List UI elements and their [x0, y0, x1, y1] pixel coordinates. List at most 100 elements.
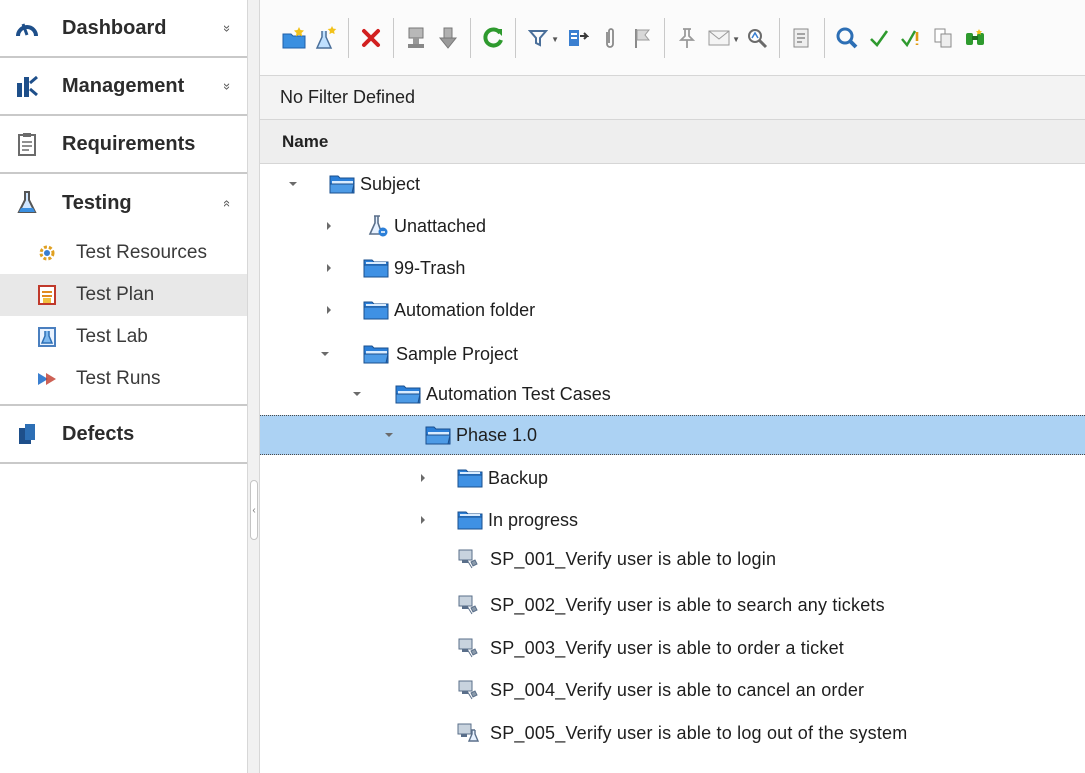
- folder-icon: [362, 298, 390, 322]
- expand-toggle-closed-icon[interactable]: [322, 219, 336, 233]
- sidebar-item-test-resources[interactable]: Test Resources: [0, 232, 247, 274]
- email-icon[interactable]: ▼: [705, 21, 740, 55]
- dashboard-icon: [14, 15, 40, 41]
- tree-node-label: Phase 1.0: [456, 424, 538, 445]
- sidebar-section-defects[interactable]: Defects: [0, 406, 247, 464]
- sidebar-item-test-lab[interactable]: Test Lab: [0, 316, 247, 358]
- expand-toggle-closed-icon[interactable]: [322, 261, 336, 275]
- select-columns-icon[interactable]: [833, 21, 861, 55]
- tree-node-test[interactable]: SP_004_Verify user is able to cancel an …: [260, 670, 1085, 710]
- new-folder-icon[interactable]: [280, 21, 308, 55]
- expand-toggle-open-icon[interactable]: [318, 347, 332, 361]
- sidebar-section-management[interactable]: Management »: [0, 58, 247, 116]
- management-icon: [14, 73, 40, 99]
- delete-icon[interactable]: [357, 21, 385, 55]
- test-lab-icon: [36, 326, 58, 348]
- tree-node-backup[interactable]: Backup: [260, 458, 1085, 498]
- tree-node-label: Unattached: [394, 215, 487, 236]
- toolbar-separator: [393, 17, 394, 58]
- expand-toggle-closed-icon[interactable]: [416, 513, 430, 527]
- pane-splitter[interactable]: ‹: [247, 0, 260, 773]
- column-header-name[interactable]: Name: [260, 120, 1085, 164]
- find-icon[interactable]: [743, 21, 771, 55]
- tree-node-unattached[interactable]: Unattached: [260, 206, 1085, 246]
- tree-node-automation-folder[interactable]: Automation folder: [260, 290, 1085, 330]
- download-icon[interactable]: [434, 21, 462, 55]
- sidebar-section-dashboard[interactable]: Dashboard »: [0, 0, 247, 58]
- chevron-down-icon[interactable]: »: [220, 24, 235, 31]
- manual-test-icon: [454, 678, 482, 702]
- toolbar-separator: [515, 17, 516, 58]
- folder-icon: [456, 508, 484, 532]
- tree-node-label: Automation folder: [394, 299, 536, 320]
- chevron-up-icon[interactable]: «: [220, 199, 235, 206]
- filter-status-bar[interactable]: No Filter Defined: [260, 76, 1085, 120]
- expand-toggle-open-icon[interactable]: [350, 387, 364, 401]
- sidebar: Dashboard » Management » Requirements Te…: [0, 0, 247, 773]
- tree-node-automation-test-cases[interactable]: Automation Test Cases: [260, 374, 1085, 414]
- filter-icon[interactable]: ▼: [524, 21, 559, 55]
- check-warning-icon[interactable]: [897, 21, 925, 55]
- expand-toggle-open-icon[interactable]: [382, 428, 396, 442]
- unattached-flask-icon: [364, 214, 392, 238]
- sidebar-section-label: Testing: [62, 191, 132, 214]
- tree-node-label: Subject: [360, 173, 421, 194]
- folder-icon: [362, 256, 390, 280]
- refresh-icon[interactable]: [479, 21, 507, 55]
- toolbar-separator: [824, 17, 825, 58]
- tree-node-trash[interactable]: 99-Trash: [260, 248, 1085, 288]
- tree-node-phase-1-0[interactable]: Phase 1.0: [260, 415, 1085, 455]
- sidebar-section-requirements[interactable]: Requirements: [0, 116, 247, 174]
- tree-node-subject[interactable]: Subject: [260, 164, 1085, 204]
- binoculars-icon[interactable]: [961, 21, 989, 55]
- expand-toggle-open-icon[interactable]: [286, 177, 300, 191]
- dropdown-arrow-icon[interactable]: ▼: [732, 35, 740, 44]
- tree-node-label: Backup: [488, 467, 549, 488]
- flag-icon[interactable]: [628, 21, 656, 55]
- manual-test-icon: [454, 593, 482, 617]
- export-icon[interactable]: [564, 21, 592, 55]
- sidebar-section-testing[interactable]: Testing «: [0, 174, 247, 232]
- sidebar-section-label: Requirements: [62, 132, 196, 155]
- expand-toggle-closed-icon[interactable]: [416, 471, 430, 485]
- toolbar-separator: [779, 17, 780, 58]
- tree-node-label: Automation Test Cases: [426, 383, 611, 404]
- requirements-icon: [14, 131, 40, 157]
- tree-node-test[interactable]: SP_005_Verify user is able to log out of…: [260, 713, 1085, 753]
- new-test-icon[interactable]: [312, 21, 340, 55]
- sidebar-item-label: Test Plan: [76, 284, 155, 305]
- tree-node-label: Sample Project: [396, 343, 519, 364]
- attachments-icon[interactable]: [596, 21, 624, 55]
- sidebar-section-label: Management: [62, 74, 185, 97]
- main-pane: ▼ ▼ No Filter Defined Name Subject Unatt…: [260, 0, 1085, 773]
- tree-node-label: SP_003_Verify user is able to order a ti…: [490, 637, 844, 658]
- sidebar-item-label: Test Runs: [76, 368, 161, 389]
- testing-icon: [14, 190, 40, 216]
- compare-icon[interactable]: [929, 21, 957, 55]
- tree-node-test[interactable]: SP_003_Verify user is able to order a ti…: [260, 628, 1085, 668]
- pin-icon[interactable]: [673, 21, 701, 55]
- column-header-label: Name: [282, 131, 329, 151]
- copy-to-icon[interactable]: [402, 21, 430, 55]
- text-search-icon[interactable]: [788, 21, 816, 55]
- tree-node-test[interactable]: SP_001_Verify user is able to login: [260, 539, 1085, 579]
- defects-icon: [14, 421, 40, 447]
- manual-test-icon: [454, 547, 482, 571]
- sidebar-section-label: Dashboard: [62, 16, 167, 39]
- dropdown-arrow-icon[interactable]: ▼: [551, 35, 559, 44]
- tree-node-test[interactable]: SP_002_Verify user is able to search any…: [260, 585, 1085, 625]
- tree-node-label: 99-Trash: [394, 257, 466, 278]
- folder-open-icon: [424, 423, 452, 447]
- chevron-down-icon[interactable]: »: [220, 82, 235, 89]
- test-resources-icon: [36, 242, 58, 264]
- tree-node-label: SP_005_Verify user is able to log out of…: [490, 722, 908, 743]
- tree-node-sample-project[interactable]: Sample Project: [260, 334, 1085, 374]
- sidebar-item-test-runs[interactable]: Test Runs: [0, 358, 247, 400]
- collapse-handle-icon[interactable]: ‹: [250, 480, 258, 540]
- tree-node-in-progress[interactable]: In progress: [260, 500, 1085, 540]
- folder-open-icon: [394, 382, 422, 406]
- sidebar-section-label: Defects: [62, 422, 135, 445]
- expand-toggle-closed-icon[interactable]: [322, 303, 336, 317]
- check-icon[interactable]: [865, 21, 893, 55]
- sidebar-item-test-plan[interactable]: Test Plan: [0, 274, 247, 316]
